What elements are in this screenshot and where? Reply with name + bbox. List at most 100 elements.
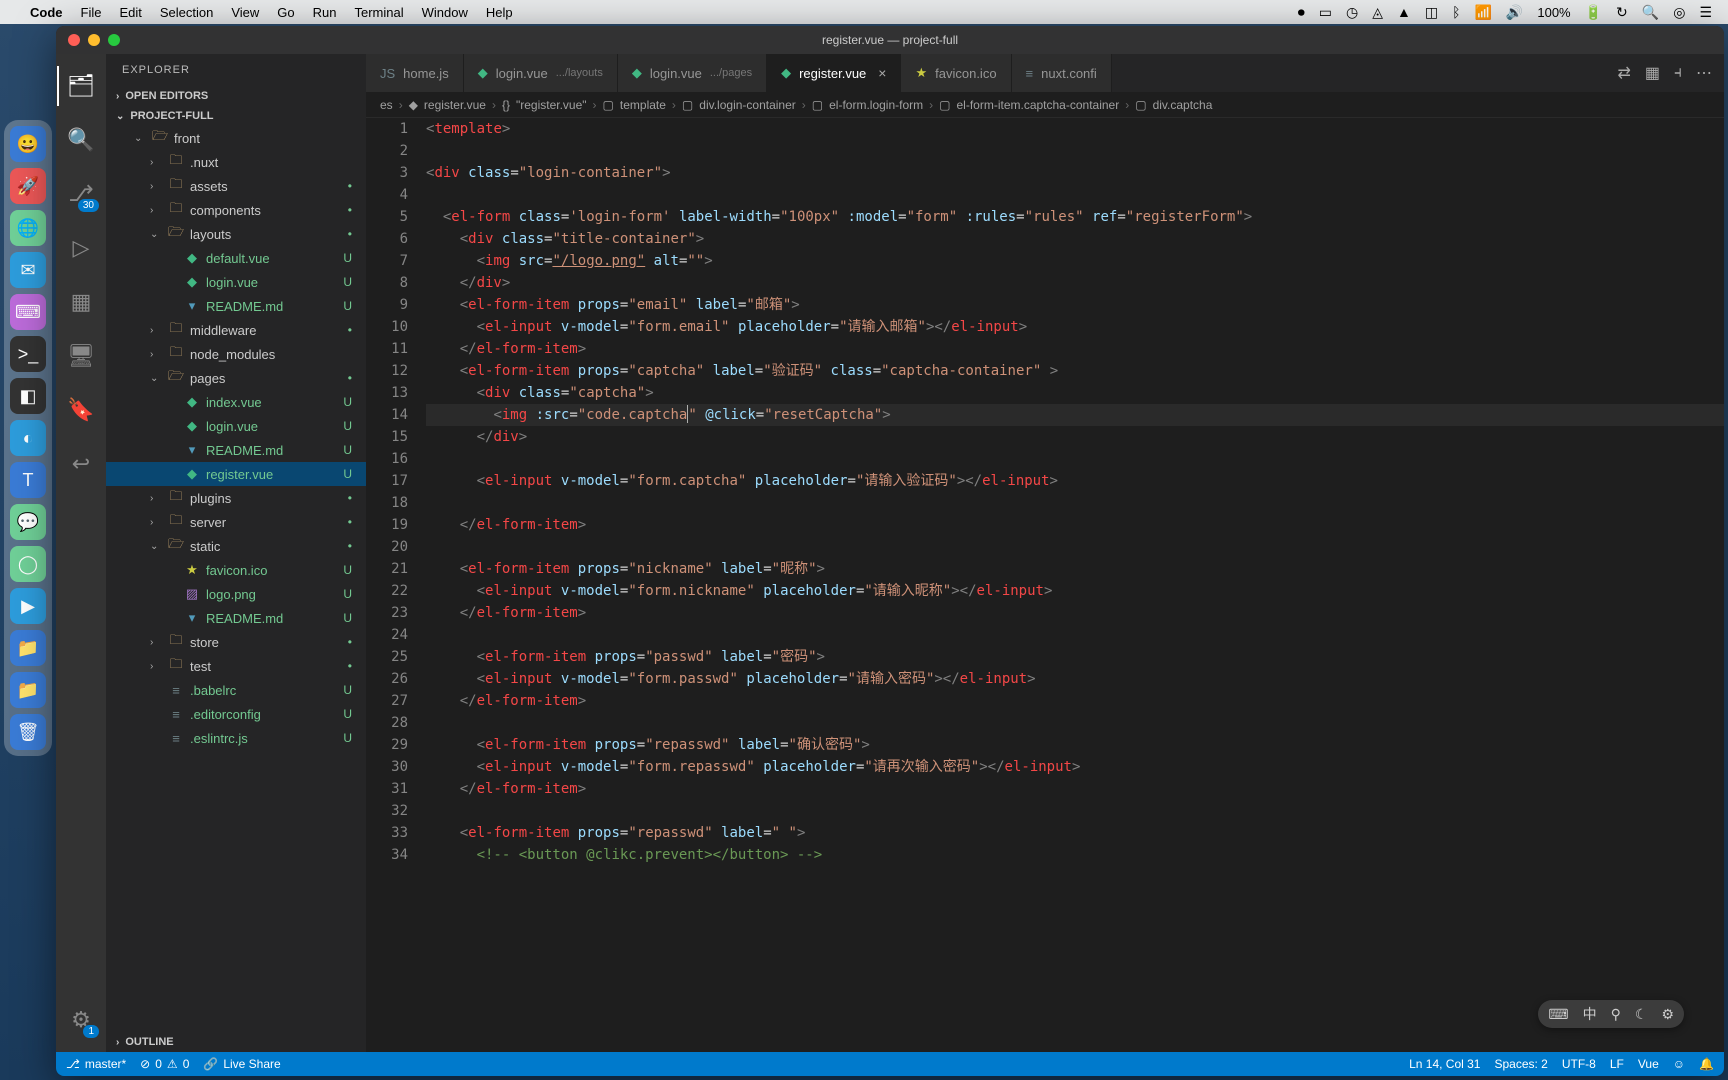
battery-icon[interactable]: 🔋 <box>1585 4 1602 21</box>
notifications-icon[interactable]: 🔔 <box>1699 1057 1714 1071</box>
search-icon[interactable]: 🔍 <box>1642 4 1659 21</box>
activity-scm[interactable]: ⎇30 <box>57 170 105 218</box>
feedback-icon[interactable]: ☺ <box>1673 1057 1685 1071</box>
tree-file-favicon-ico[interactable]: ★favicon.icoU <box>106 558 366 582</box>
breadcrumb-item[interactable]: template <box>620 98 666 112</box>
tree-folder-test[interactable]: ›🗀test• <box>106 654 366 678</box>
dock-wechat[interactable]: 💬 <box>10 504 46 540</box>
display-icon[interactable]: ▭ <box>1319 4 1332 21</box>
tab-register-vue[interactable]: ◆register.vue× <box>767 54 901 92</box>
language-mode[interactable]: Vue <box>1638 1057 1659 1071</box>
tree-file--eslintrc-js[interactable]: ≡.eslintrc.jsU <box>106 726 366 750</box>
breadcrumb-item[interactable]: es <box>380 98 393 112</box>
clock-icon[interactable]: ◷ <box>1346 4 1358 21</box>
app-name[interactable]: Code <box>30 5 63 20</box>
pill-icon-1[interactable]: 中 <box>1583 1004 1597 1024</box>
breadcrumb-item[interactable]: "register.vue" <box>516 98 587 112</box>
tree-folder-assets[interactable]: ›🗀assets• <box>106 174 366 198</box>
close-icon[interactable]: × <box>878 65 886 81</box>
dock-mail[interactable]: ✉ <box>10 252 46 288</box>
tree-file-index-vue[interactable]: ◆index.vueU <box>106 390 366 414</box>
wifi-icon[interactable]: 📶 <box>1474 4 1491 21</box>
activity-bookmark[interactable]: 🔖 <box>57 386 105 434</box>
bluetooth-icon[interactable]: ᛒ <box>1452 4 1460 20</box>
indentation[interactable]: Spaces: 2 <box>1494 1057 1547 1071</box>
screencast-icon[interactable]: ⏺ <box>1298 4 1305 21</box>
tree-file--babelrc[interactable]: ≡.babelrcU <box>106 678 366 702</box>
activity-revert[interactable]: ↩ <box>57 440 105 488</box>
tree-folder-pages[interactable]: ⌄🗁pages• <box>106 366 366 390</box>
menu-selection[interactable]: Selection <box>160 5 213 20</box>
tree-file-default-vue[interactable]: ◆default.vueU <box>106 246 366 270</box>
encoding[interactable]: UTF-8 <box>1562 1057 1596 1071</box>
dock-folder1[interactable]: 📁 <box>10 630 46 666</box>
activity-remote[interactable]: 🖥 <box>57 332 105 380</box>
outline-header[interactable]: › OUTLINE <box>106 1032 366 1052</box>
tab-favicon-ico[interactable]: ★favicon.ico <box>901 54 1011 92</box>
activity-debug[interactable]: ▷ <box>57 224 105 272</box>
tree-folder-node_modules[interactable]: ›🗀node_modules <box>106 342 366 366</box>
menu-run[interactable]: Run <box>313 5 337 20</box>
pill-icon-0[interactable]: ⌨ <box>1548 1006 1568 1023</box>
tree-file-readme-md[interactable]: ▾README.mdU <box>106 294 366 318</box>
tree-file-readme-md[interactable]: ▾README.mdU <box>106 606 366 630</box>
pill-icon-3[interactable]: ☾ <box>1635 1006 1648 1023</box>
close-window-icon[interactable] <box>68 34 80 46</box>
tree-folder-static[interactable]: ⌄🗁static• <box>106 534 366 558</box>
grid-icon[interactable]: ▦ <box>1645 63 1660 83</box>
cursor-position[interactable]: Ln 14, Col 31 <box>1409 1057 1480 1071</box>
ime-pill-widget[interactable]: ⌨中⚲☾⚙ <box>1538 1000 1684 1028</box>
dock-text[interactable]: T <box>10 462 46 498</box>
tree-file--editorconfig[interactable]: ≡.editorconfigU <box>106 702 366 726</box>
triforce-icon[interactable]: ◬ <box>1372 4 1383 21</box>
tree-folder-layouts[interactable]: ⌄🗁layouts• <box>106 222 366 246</box>
battery-text[interactable]: 100% <box>1537 5 1570 20</box>
activity-explorer[interactable]: 🗂 <box>57 62 105 110</box>
dock-wechat2[interactable]: ◯ <box>10 546 46 582</box>
tab-login-vue[interactable]: ◆login.vue.../pages <box>618 54 767 92</box>
more-icon[interactable]: ⋯ <box>1696 63 1712 83</box>
volume-icon[interactable]: 🔊 <box>1506 4 1523 21</box>
dock-launchpad[interactable]: 🚀 <box>10 168 46 204</box>
live-share[interactable]: 🔗Live Share <box>203 1057 280 1071</box>
menu-window[interactable]: Window <box>422 5 468 20</box>
breadcrumb-item[interactable]: div.login-container <box>699 98 796 112</box>
tree-folder--nuxt[interactable]: ›🗀.nuxt <box>106 150 366 174</box>
dock-folder2[interactable]: 📁 <box>10 672 46 708</box>
tab-login-vue[interactable]: ◆login.vue.../layouts <box>464 54 618 92</box>
git-branch[interactable]: ⎇master* <box>66 1057 126 1071</box>
tree-file-register-vue[interactable]: ◆register.vueU <box>106 462 366 486</box>
tree-folder-server[interactable]: ›🗀server• <box>106 510 366 534</box>
breadcrumb-item[interactable]: div.captcha <box>1153 98 1213 112</box>
tree-file-logo-png[interactable]: ▨logo.pngU <box>106 582 366 606</box>
menu-help[interactable]: Help <box>486 5 513 20</box>
title-bar[interactable]: register.vue — project-full <box>56 26 1724 54</box>
dock-app2[interactable]: ◐ <box>10 420 46 456</box>
activity-extensions[interactable]: ▦ <box>57 278 105 326</box>
dock-vscode[interactable]: ⌨ <box>10 294 46 330</box>
tree-folder-plugins[interactable]: ›🗀plugins• <box>106 486 366 510</box>
code-content[interactable]: <template> <div class="login-container">… <box>426 118 1724 1052</box>
dock-music[interactable]: ▶ <box>10 588 46 624</box>
minimize-window-icon[interactable] <box>88 34 100 46</box>
dock-finder[interactable]: 😀 <box>10 126 46 162</box>
pill-icon-2[interactable]: ⚲ <box>1611 1006 1621 1023</box>
menu-edit[interactable]: Edit <box>119 5 141 20</box>
dock-trash[interactable]: 🗑 <box>10 714 46 750</box>
split-icon[interactable]: ⫞ <box>1674 64 1682 82</box>
siri-icon[interactable]: ◎ <box>1673 4 1685 21</box>
tree-file-login-vue[interactable]: ◆login.vueU <box>106 270 366 294</box>
dock-terminal[interactable]: >_ <box>10 336 46 372</box>
tab-nuxt-confi[interactable]: ≡nuxt.confi <box>1012 54 1112 92</box>
warning-icon[interactable]: ▲ <box>1397 4 1411 20</box>
tree-folder-store[interactable]: ›🗀store• <box>106 630 366 654</box>
tab-home-js[interactable]: JShome.js <box>366 54 464 92</box>
tree-folder-front[interactable]: ⌄🗁front <box>106 126 366 150</box>
dock-chrome[interactable]: 🌐 <box>10 210 46 246</box>
breadcrumb-item[interactable]: el-form.login-form <box>829 98 923 112</box>
activity-search[interactable]: 🔍 <box>57 116 105 164</box>
code-editor[interactable]: 1234567891011121314151617181920212223242… <box>366 118 1724 1052</box>
tree-folder-middleware[interactable]: ›🗀middleware• <box>106 318 366 342</box>
activity-settings[interactable]: ⚙1 <box>57 996 105 1044</box>
breadcrumb-item[interactable]: el-form-item.captcha-container <box>956 98 1119 112</box>
